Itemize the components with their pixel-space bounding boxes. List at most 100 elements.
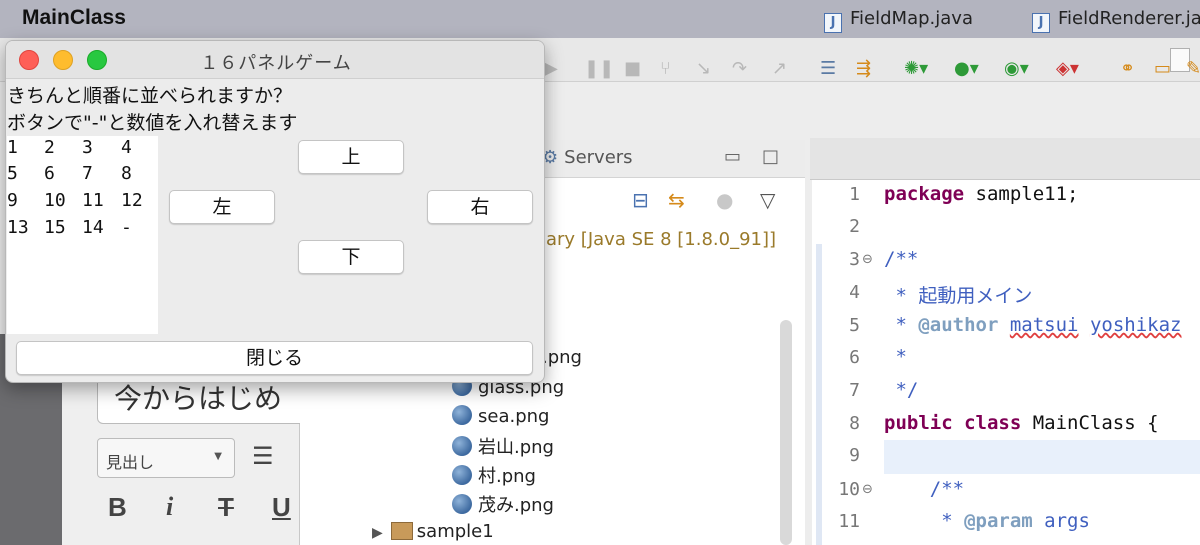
grid-cell: - <box>121 217 132 238</box>
grid-cell: 9 <box>7 190 18 211</box>
file-item[interactable]: 茂み.png <box>452 491 554 517</box>
explorer-scrollbar[interactable] <box>780 320 792 545</box>
chevron-down-icon: ▼ <box>214 451 222 462</box>
edit-icon[interactable]: ✎ <box>1186 58 1200 82</box>
tab-fieldmap[interactable]: J FieldMap.java <box>824 8 973 33</box>
toggle-breakpoint-icon[interactable]: ☰ <box>820 58 836 82</box>
external-tools-icon[interactable]: ◈▾ <box>1056 58 1079 82</box>
maximize-view-icon[interactable]: □ <box>762 146 779 167</box>
comment-text: args <box>1032 510 1090 532</box>
line-number: 10 <box>838 479 860 500</box>
menu-bar: MainClass <box>0 0 1200 38</box>
tab-label: FieldRenderer.ja <box>1058 8 1200 29</box>
coverage-icon[interactable]: ◉▾ <box>1004 58 1029 82</box>
underline-button[interactable]: U <box>272 492 291 523</box>
dialog-title: １６パネルゲーム <box>200 53 352 74</box>
project-item[interactable]: ▶ sample1 <box>372 521 494 542</box>
tab-fieldrenderer[interactable]: J FieldRenderer.ja <box>1032 8 1200 33</box>
jre-library-item[interactable]: ary [Java SE 8 [1.8.0_91]] <box>546 229 776 250</box>
code-line-1: package sample11; <box>884 183 1078 205</box>
step-into-icon[interactable]: ↘ <box>696 58 711 82</box>
editor-tabs <box>810 138 1200 180</box>
javadoc-tag: @author <box>918 314 999 336</box>
project-folder-icon <box>390 522 413 540</box>
file-item[interactable]: sea.png <box>452 405 549 427</box>
grid-cell: 10 <box>44 190 66 211</box>
file-item[interactable]: 岩山.png <box>452 433 554 459</box>
line-number: 5 <box>849 315 860 336</box>
file-label: 茂み.png <box>478 495 554 516</box>
resume-icon[interactable]: ▶ <box>544 58 558 82</box>
focus-icon[interactable]: ● <box>716 188 733 212</box>
right-button[interactable]: 右 <box>427 190 533 224</box>
code-line-6: * <box>884 346 907 368</box>
heading-select[interactable]: 見出し ▼ <box>97 438 235 478</box>
instruction-line-1: きちんと順番に並べられますか？ <box>7 85 293 107</box>
image-file-icon <box>452 494 472 514</box>
bold-button[interactable]: B <box>108 492 127 523</box>
fold-collapse-icon[interactable]: ⊖ <box>862 482 873 497</box>
code-text: MainClass { <box>1021 412 1159 434</box>
jre-library-label: ary [Java SE 8 [1.8.0_91]] <box>546 229 777 250</box>
collapse-all-icon[interactable]: ⊟ <box>632 188 649 212</box>
file-label: .png <box>542 347 582 368</box>
file-label: 村.png <box>478 466 536 487</box>
overview-gutter <box>816 244 822 545</box>
suspend-icon[interactable]: ❚❚ <box>584 58 614 82</box>
image-file-icon <box>452 465 472 485</box>
grid-cell: 13 <box>7 217 29 238</box>
grid-cell: 12 <box>121 190 143 211</box>
skip-breakpoints-icon[interactable]: ⇶ <box>856 58 871 82</box>
disconnect-icon[interactable]: ⑂ <box>660 58 671 82</box>
file-item[interactable]: .png <box>542 347 582 368</box>
tab-servers[interactable]: ⚙ Servers <box>542 147 633 168</box>
fold-collapse-icon[interactable]: ⊖ <box>862 252 873 267</box>
line-number: 8 <box>849 413 860 434</box>
code-line-8: public class MainClass { <box>884 412 1159 434</box>
down-button[interactable]: 下 <box>298 240 404 274</box>
line-number: 1 <box>849 184 860 205</box>
javadoc-tag: @param <box>964 510 1033 532</box>
run-icon[interactable]: ●▾ <box>954 58 979 82</box>
minimize-view-icon[interactable]: ▭ <box>724 146 741 167</box>
open-type-icon[interactable]: ⚭ <box>1120 58 1135 82</box>
line-number: 6 <box>849 347 860 368</box>
grid-cell: 3 <box>82 137 93 158</box>
line-number: 11 <box>838 511 860 532</box>
line-number: 4 <box>849 282 860 303</box>
comment-text: yoshikaz <box>1089 314 1182 336</box>
step-over-icon[interactable]: ↷ <box>732 58 747 82</box>
close-button[interactable]: 閉じる <box>16 341 533 375</box>
link-editor-icon[interactable]: ⇆ <box>668 188 685 212</box>
open-folder-icon[interactable]: ▭ <box>1154 58 1171 82</box>
java-file-icon: J <box>824 13 842 33</box>
grid-cell: 7 <box>82 163 93 184</box>
app-name[interactable]: MainClass <box>22 6 126 30</box>
eclipse-toolbar: ▶ ❚❚ ■ ⑂ ↘ ↷ ↗ ☰ ⇶ ✺▾ ●▾ ◉▾ ◈▾ ⚭ ▭ ✎ <box>540 50 1200 90</box>
image-file-icon <box>452 405 472 425</box>
file-label: sea.png <box>478 406 550 427</box>
project-label: sample1 <box>416 521 494 542</box>
keyword: class <box>964 412 1022 434</box>
line-number: 7 <box>849 380 860 401</box>
view-menu-icon[interactable]: ▽ <box>760 188 775 212</box>
dialog-titlebar: １６パネルゲーム <box>6 41 544 79</box>
up-button[interactable]: 上 <box>298 140 404 174</box>
debug-icon[interactable]: ✺▾ <box>904 58 928 82</box>
grid-cell: 4 <box>121 137 132 158</box>
current-line-highlight <box>884 440 1200 474</box>
italic-button[interactable]: i <box>166 492 173 522</box>
code-text: sample11; <box>964 183 1079 205</box>
file-item[interactable]: 村.png <box>452 462 536 488</box>
grid-cell: 8 <box>121 163 132 184</box>
code-line-3: /** <box>884 248 919 270</box>
expand-triangle-icon[interactable]: ▶ <box>372 525 383 541</box>
java-file-icon: J <box>1032 13 1050 33</box>
step-return-icon[interactable]: ↗ <box>772 58 787 82</box>
servers-tab-label: Servers <box>564 147 633 168</box>
bullet-list-icon[interactable]: ☰ <box>252 442 274 470</box>
terminate-icon[interactable]: ■ <box>624 58 641 82</box>
comment-text: * <box>884 314 919 336</box>
strikethrough-button[interactable]: T <box>218 492 234 523</box>
left-button[interactable]: 左 <box>169 190 275 224</box>
